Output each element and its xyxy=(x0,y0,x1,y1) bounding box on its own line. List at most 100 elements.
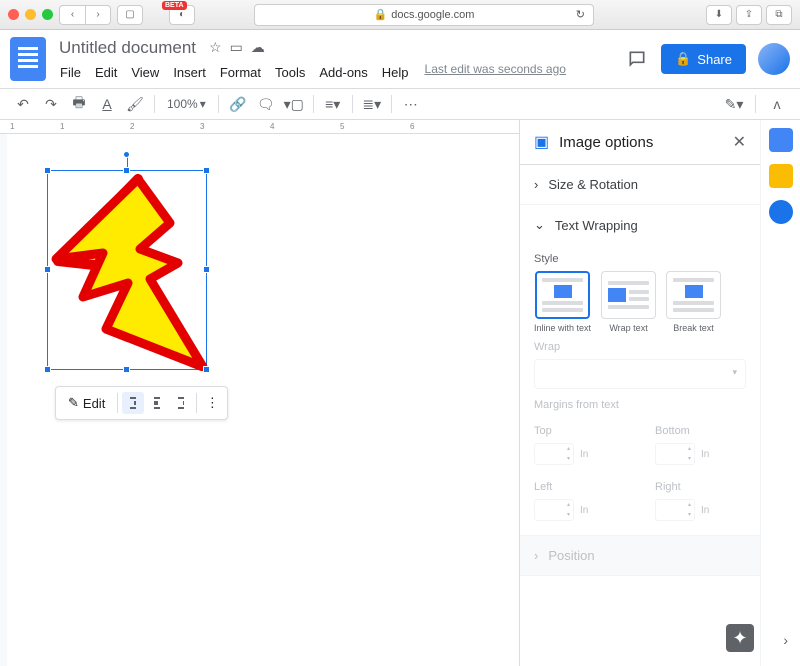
menu-bar: File Edit View Insert Format Tools Add-o… xyxy=(54,62,625,83)
url-text: docs.google.com xyxy=(391,9,474,21)
spellcheck-button[interactable]: A xyxy=(94,92,120,116)
redo-button[interactable]: ↷ xyxy=(38,92,64,116)
resize-handle-tm[interactable] xyxy=(123,167,130,174)
comments-button[interactable] xyxy=(625,47,649,71)
sidebar-toggle-button[interactable]: ▢ xyxy=(117,5,143,25)
browser-chrome: ‹ › ▢ BETA ◐ 🔒 docs.google.com ↻ ⬇ ⇪ ⧉ xyxy=(0,0,800,30)
insert-link-button[interactable]: 🔗 xyxy=(225,92,251,116)
menu-edit[interactable]: Edit xyxy=(89,62,123,83)
print-button[interactable]: 🖶 xyxy=(66,92,92,116)
reload-icon[interactable]: ↻ xyxy=(576,8,585,21)
menu-insert[interactable]: Insert xyxy=(167,62,212,83)
menu-help[interactable]: Help xyxy=(376,62,415,83)
share-browser-button[interactable]: ⇪ xyxy=(736,5,762,25)
right-rail xyxy=(760,120,800,666)
menu-addons[interactable]: Add-ons xyxy=(313,62,373,83)
collapse-toolbar-button[interactable]: ʌ xyxy=(764,92,790,116)
calendar-addon-icon[interactable] xyxy=(769,128,793,152)
undo-button[interactable]: ↶ xyxy=(10,92,36,116)
section-text-wrapping[interactable]: ⌄ Text Wrapping xyxy=(520,205,760,245)
selected-image[interactable] xyxy=(47,170,207,370)
paint-format-button[interactable]: 🖌 xyxy=(122,92,148,116)
maximize-window-button[interactable] xyxy=(42,9,53,20)
line-spacing-button[interactable]: ≣▾ xyxy=(359,92,385,116)
resize-handle-bl[interactable] xyxy=(44,366,51,373)
resize-handle-mr[interactable] xyxy=(203,266,210,273)
horizontal-ruler[interactable]: 1 1 2 3 4 5 6 xyxy=(0,120,519,134)
resize-handle-ml[interactable] xyxy=(44,266,51,273)
wrap-label: Wrap xyxy=(534,341,746,353)
chevron-right-icon: › xyxy=(534,548,538,563)
lock-icon: 🔒 xyxy=(374,8,388,21)
image-overflow-button[interactable]: ⋮ xyxy=(201,392,223,414)
margin-left-input[interactable] xyxy=(534,499,574,521)
minimize-window-button[interactable] xyxy=(25,9,36,20)
insert-image-button[interactable]: ▾▢ xyxy=(281,92,307,116)
collapse-rail-button[interactable]: › xyxy=(783,632,788,648)
pencil-icon: ✎ xyxy=(68,395,79,411)
nav-back-button[interactable]: ‹ xyxy=(59,5,85,25)
tasks-addon-icon[interactable] xyxy=(769,200,793,224)
image-options-sidebar: ▣ Image options ✕ › Size & Rotation ⌄ Te… xyxy=(520,120,760,666)
doc-title-input[interactable]: Untitled document xyxy=(54,36,201,60)
document-canvas[interactable]: 1 1 2 3 4 5 6 xyxy=(0,120,520,666)
style-label: Style xyxy=(534,253,746,265)
chevron-down-icon: ⌄ xyxy=(534,217,545,233)
doc-header: Untitled document ☆ ▭ ☁ File Edit View I… xyxy=(0,30,800,88)
image-icon: ▣ xyxy=(534,132,549,152)
align-button[interactable]: ≡▾ xyxy=(320,92,346,116)
edit-image-button[interactable]: ✎ Edit xyxy=(60,391,113,415)
menu-file[interactable]: File xyxy=(54,62,87,83)
menu-format[interactable]: Format xyxy=(214,62,267,83)
move-folder-icon[interactable]: ▭ xyxy=(230,39,243,56)
resize-handle-tr[interactable] xyxy=(203,167,210,174)
share-label: Share xyxy=(697,52,732,67)
wrap-inline-button[interactable] xyxy=(122,392,144,414)
section-size-rotation[interactable]: › Size & Rotation xyxy=(520,165,760,204)
resize-handle-br[interactable] xyxy=(203,366,210,373)
rotate-handle[interactable] xyxy=(123,151,130,158)
last-edit-text[interactable]: Last edit was seconds ago xyxy=(425,62,566,83)
docs-logo-icon[interactable] xyxy=(10,37,46,81)
margin-right-input[interactable] xyxy=(655,499,695,521)
beta-badge: BETA xyxy=(162,1,187,10)
margins-label: Margins from text xyxy=(534,399,746,411)
share-button[interactable]: 🔒 Share xyxy=(661,44,746,74)
wrap-break-button[interactable] xyxy=(170,392,192,414)
account-avatar[interactable] xyxy=(758,43,790,75)
section-position[interactable]: › Position xyxy=(520,536,760,575)
menu-tools[interactable]: Tools xyxy=(269,62,311,83)
keep-addon-icon[interactable] xyxy=(769,164,793,188)
image-context-toolbar: ✎ Edit ⋮ xyxy=(55,386,228,420)
page[interactable]: ✎ Edit ⋮ xyxy=(7,134,519,666)
resize-handle-tl[interactable] xyxy=(44,167,51,174)
resize-handle-bm[interactable] xyxy=(123,366,130,373)
explore-button[interactable]: ✦ xyxy=(726,624,754,652)
star-icon[interactable]: ☆ xyxy=(209,39,222,56)
close-window-button[interactable] xyxy=(8,9,19,20)
insert-comment-button[interactable]: 🗨 xyxy=(253,92,279,116)
wrap-option-wrap[interactable]: Wrap text xyxy=(601,271,656,333)
wrap-text-button[interactable] xyxy=(146,392,168,414)
chevron-right-icon: › xyxy=(534,177,538,192)
sidebar-title: Image options xyxy=(559,134,722,151)
menu-view[interactable]: View xyxy=(125,62,165,83)
zoom-dropdown[interactable]: 100%▾ xyxy=(161,97,212,111)
traffic-lights xyxy=(8,9,53,20)
lightning-bolt-image xyxy=(48,171,208,371)
toolbar: ↶ ↷ 🖶 A 🖌 100%▾ 🔗 🗨 ▾▢ ≡▾ ≣▾ ⋯ ✎▾ ʌ xyxy=(0,88,800,120)
wrap-dropdown[interactable] xyxy=(534,359,746,389)
margin-top-input[interactable] xyxy=(534,443,574,465)
downloads-button[interactable]: ⬇ xyxy=(706,5,732,25)
more-tools-button[interactable]: ⋯ xyxy=(398,92,424,116)
close-sidebar-button[interactable]: ✕ xyxy=(733,132,746,152)
editing-mode-button[interactable]: ✎▾ xyxy=(721,92,747,116)
wrap-option-break[interactable]: Break text xyxy=(666,271,721,333)
nav-forward-button[interactable]: › xyxy=(85,5,111,25)
address-bar[interactable]: 🔒 docs.google.com ↻ xyxy=(254,4,594,26)
cloud-status-icon[interactable]: ☁ xyxy=(251,39,265,56)
margin-bottom-input[interactable] xyxy=(655,443,695,465)
tabs-button[interactable]: ⧉ xyxy=(766,5,792,25)
lock-icon: 🔒 xyxy=(675,51,691,67)
wrap-option-inline[interactable]: Inline with text xyxy=(534,271,591,333)
